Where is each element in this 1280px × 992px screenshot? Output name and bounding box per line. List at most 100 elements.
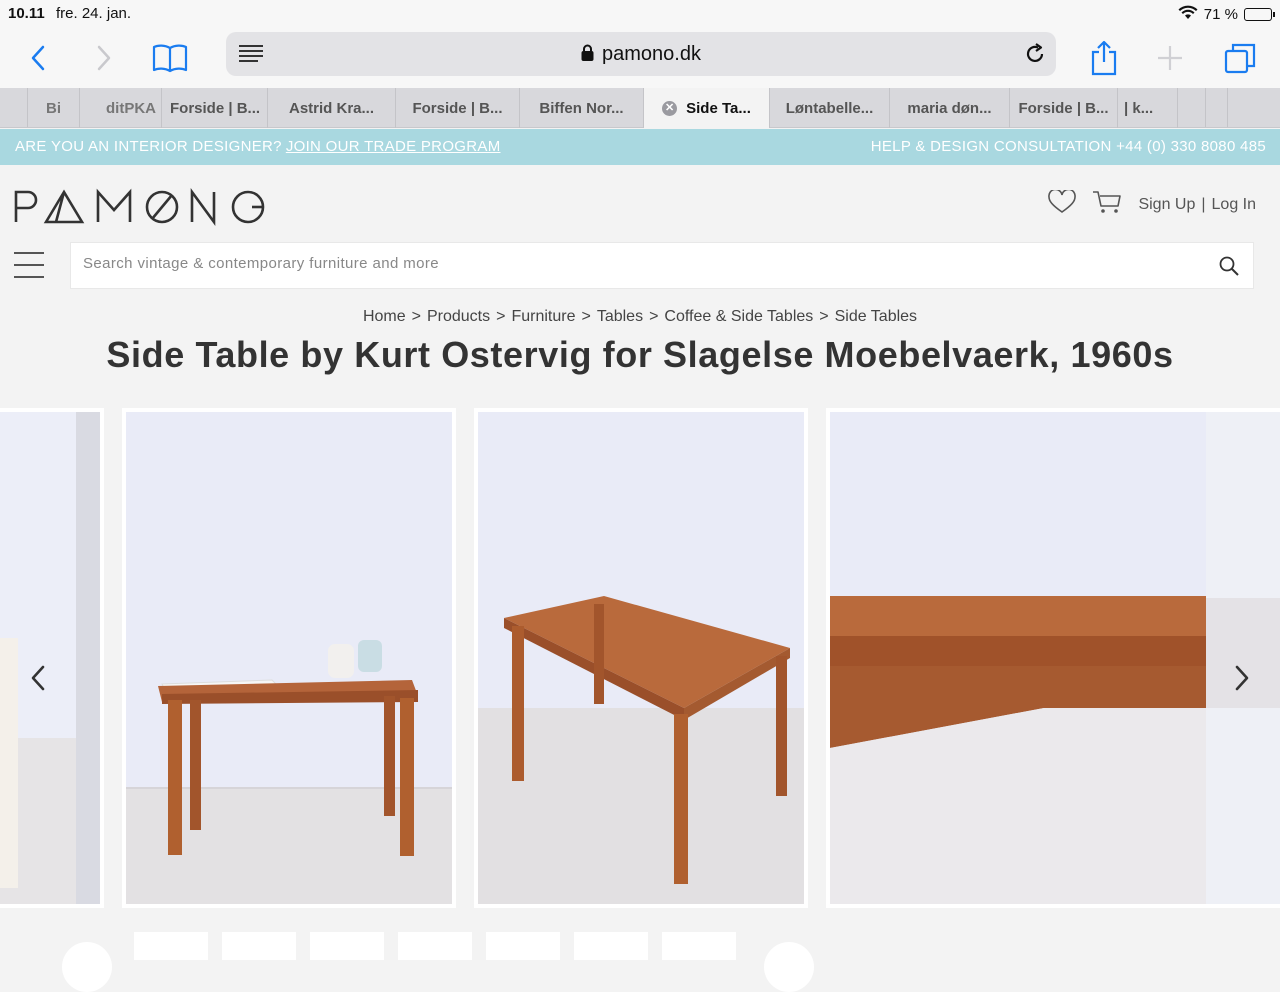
trade-banner: ARE YOU AN INTERIOR DESIGNER? JOIN OUR TR… xyxy=(0,129,1280,165)
breadcrumb-products[interactable]: Products xyxy=(427,308,490,325)
carousel-prev-button[interactable] xyxy=(18,658,58,698)
header-actions: Sign Up | Log In xyxy=(1048,188,1256,219)
reload-icon[interactable] xyxy=(1024,43,1046,70)
tab-label: Biffen Nor... xyxy=(539,99,624,117)
back-button[interactable] xyxy=(16,36,60,80)
tab-5[interactable]: Forside | B... xyxy=(396,88,520,128)
search-bar[interactable] xyxy=(70,242,1254,289)
hamburger-menu-icon[interactable] xyxy=(14,252,44,278)
chevron-left-icon xyxy=(31,45,45,71)
breadcrumb-separator: > xyxy=(411,308,421,325)
thumbnail[interactable] xyxy=(398,932,472,960)
forward-button[interactable] xyxy=(82,36,126,80)
thumbnail[interactable] xyxy=(134,932,208,960)
account-links: Sign Up | Log In xyxy=(1138,196,1256,214)
thumbnail[interactable] xyxy=(662,932,736,960)
tab-label: Astrid Kra... xyxy=(288,99,375,117)
breadcrumb-home[interactable]: Home xyxy=(363,308,406,325)
status-right: 71 % xyxy=(1178,5,1275,24)
tabs-icon xyxy=(1224,43,1256,74)
tab-label: Side Ta... xyxy=(686,99,751,117)
battery-percent: 71 % xyxy=(1203,6,1238,23)
breadcrumb-separator: > xyxy=(819,308,829,325)
product-image-1[interactable] xyxy=(122,408,456,908)
url-text: pamono.dk xyxy=(602,43,701,65)
tab-2[interactable]: ditPKA xyxy=(80,88,162,128)
tab-label: Bi xyxy=(46,99,61,117)
breadcrumb-separator: > xyxy=(649,308,659,325)
thumbnail[interactable] xyxy=(486,932,560,960)
tab-3[interactable]: Forside | B... xyxy=(162,88,268,128)
heart-icon[interactable] xyxy=(1048,188,1077,219)
tab-label: Forside | B... xyxy=(170,99,261,117)
breadcrumb-coffee-side-tables[interactable]: Coffee & Side Tables xyxy=(664,308,813,325)
tab-label: Forside | B... xyxy=(1018,99,1109,117)
pamono-logo[interactable] xyxy=(14,188,270,226)
tab-stack-edge xyxy=(1178,88,1206,127)
thumbnail-strip xyxy=(0,932,1280,992)
thumbnail[interactable] xyxy=(222,932,296,960)
tab-stack-edge xyxy=(0,88,28,127)
tab-bar: Bi ditPKA Forside | B... Astrid Kra... F… xyxy=(0,88,1280,128)
share-icon xyxy=(1091,40,1117,76)
search-icon[interactable] xyxy=(1219,256,1239,281)
close-tab-icon[interactable]: ✕ xyxy=(662,100,678,116)
log-in-link[interactable]: Log In xyxy=(1212,196,1256,214)
bookmarks-button[interactable] xyxy=(148,36,192,80)
breadcrumb: Home > Products > Furniture > Tables > Coffee & … xyxy=(0,308,1280,326)
tab-10[interactable]: Forside | B... xyxy=(1010,88,1118,128)
new-tab-button[interactable] xyxy=(1148,36,1192,80)
share-button[interactable] xyxy=(1082,36,1126,80)
thumbnail[interactable] xyxy=(310,932,384,960)
chevron-left-icon xyxy=(31,665,45,691)
tab-stack-edge xyxy=(1206,88,1228,127)
tab-6[interactable]: Biffen Nor... xyxy=(520,88,644,128)
product-image-carousel xyxy=(0,408,1280,908)
designer-question: ARE YOU AN INTERIOR DESIGNER? xyxy=(15,138,282,155)
carousel-next-button[interactable] xyxy=(1222,658,1262,698)
account-divider: | xyxy=(1201,195,1206,213)
tab-label: ditPKA xyxy=(106,99,156,117)
status-time: 10.11 xyxy=(8,5,45,22)
tab-label: Løntabelle... xyxy=(785,99,874,117)
trade-program-link[interactable]: JOIN OUR TRADE PROGRAM xyxy=(286,138,501,155)
tab-label: maria døn... xyxy=(907,99,992,117)
tab-label: | k... xyxy=(1124,99,1154,117)
sign-up-link[interactable]: Sign Up xyxy=(1138,196,1195,214)
tabs-overview-button[interactable] xyxy=(1218,36,1262,80)
lock-icon xyxy=(581,44,594,67)
url-display[interactable]: pamono.dk xyxy=(226,43,1056,67)
plus-icon xyxy=(1158,46,1182,70)
tab-9[interactable]: maria døn... xyxy=(890,88,1010,128)
status-date: fre. 24. jan. xyxy=(56,5,132,22)
tab-1[interactable]: Bi xyxy=(28,88,80,128)
tab-side-table-active[interactable]: ✕ Side Ta... xyxy=(644,88,770,128)
breadcrumb-tables[interactable]: Tables xyxy=(597,308,643,325)
thumbnail-next-button[interactable] xyxy=(764,942,814,992)
thumbnail[interactable] xyxy=(574,932,648,960)
battery-icon xyxy=(1244,8,1275,21)
search-input[interactable] xyxy=(83,255,1183,272)
tab-11[interactable]: | k... xyxy=(1118,88,1178,128)
tab-4[interactable]: Astrid Kra... xyxy=(268,88,396,128)
product-title: Side Table by Kurt Ostervig for Slagelse… xyxy=(106,334,1174,375)
browser-toolbar: pamono.dk xyxy=(0,28,1280,88)
chevron-right-icon xyxy=(1235,665,1249,691)
product-image-2[interactable] xyxy=(474,408,808,908)
breadcrumb-separator: > xyxy=(581,308,591,325)
breadcrumb-side-tables[interactable]: Side Tables xyxy=(835,308,917,325)
address-bar[interactable]: pamono.dk xyxy=(226,32,1056,76)
thumbnail-prev-button[interactable] xyxy=(62,942,112,992)
tab-8[interactable]: Løntabelle... xyxy=(770,88,890,128)
wifi-icon xyxy=(1178,5,1198,24)
book-icon xyxy=(152,44,188,73)
product-image-3[interactable] xyxy=(826,408,1210,908)
cart-icon[interactable] xyxy=(1092,190,1122,219)
chevron-right-icon xyxy=(97,45,111,71)
breadcrumb-furniture[interactable]: Furniture xyxy=(511,308,575,325)
trade-banner-left: ARE YOU AN INTERIOR DESIGNER? JOIN OUR TR… xyxy=(15,138,501,155)
status-bar: 10.11 fre. 24. jan. 71 % xyxy=(0,0,1280,28)
tab-label: Forside | B... xyxy=(412,99,503,117)
breadcrumb-separator: > xyxy=(496,308,506,325)
help-consultation[interactable]: HELP & DESIGN CONSULTATION +44 (0) 330 8… xyxy=(871,138,1266,155)
